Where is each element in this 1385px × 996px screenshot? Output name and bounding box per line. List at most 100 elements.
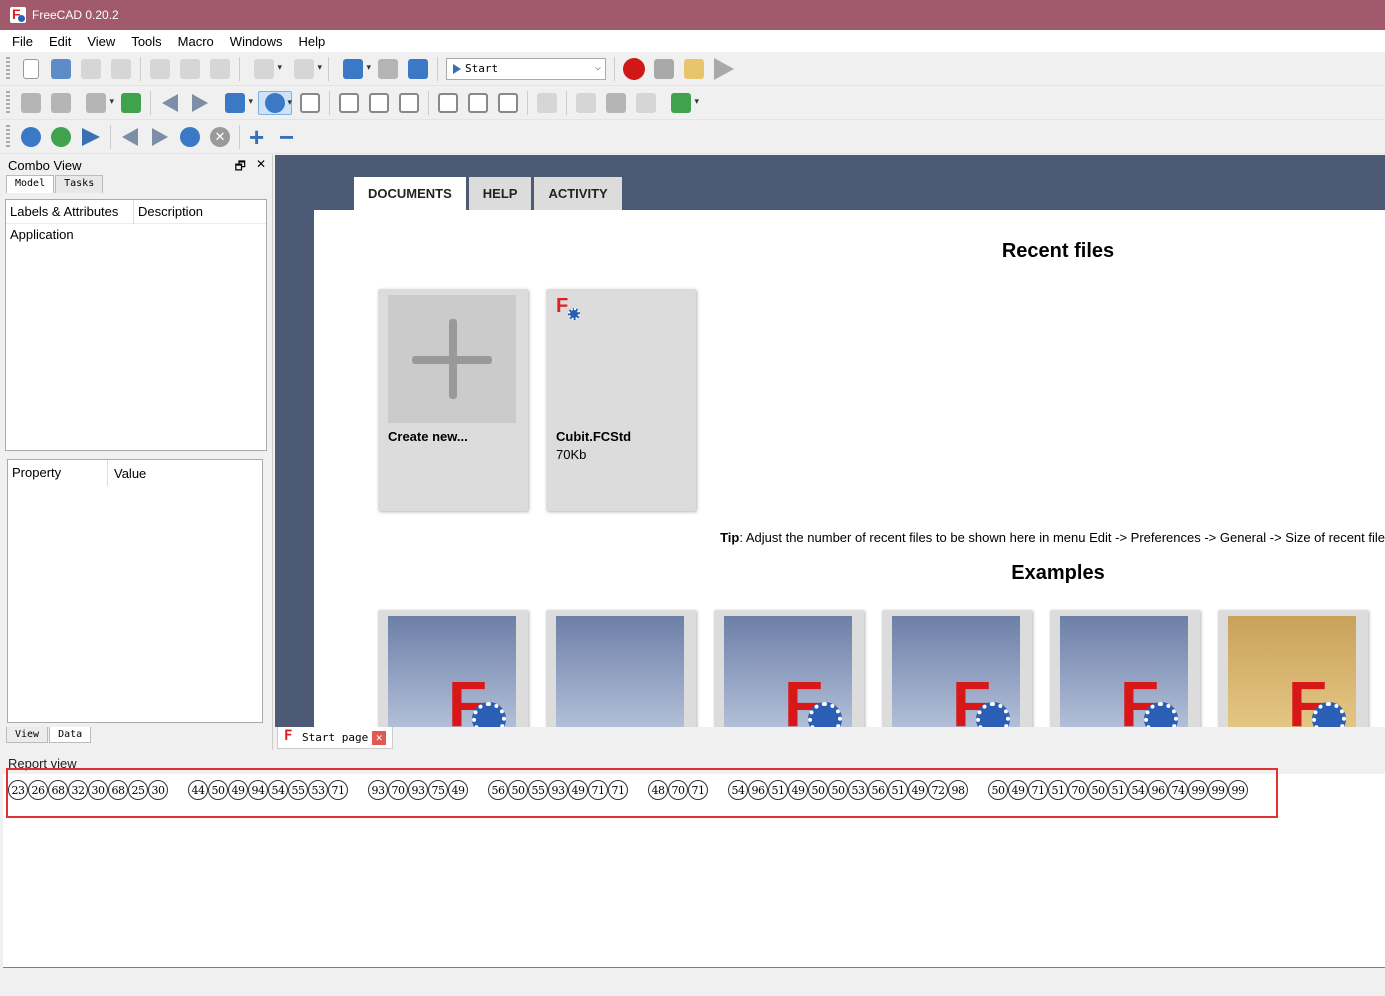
example-card[interactable]: F (1050, 610, 1200, 727)
fit-selection-button[interactable] (49, 91, 73, 115)
recompute-button[interactable] (376, 57, 400, 81)
circled-number: 30 (148, 780, 168, 800)
tab-model[interactable]: Model (6, 175, 55, 193)
save-as-button[interactable] (109, 57, 133, 81)
right-view-button[interactable] (397, 91, 421, 115)
tab-view[interactable]: View (6, 727, 49, 743)
example-card[interactable]: F (546, 610, 696, 727)
link-button[interactable] (634, 91, 658, 115)
browser-stop-button[interactable]: ✕ (208, 125, 232, 149)
open-button[interactable] (49, 57, 73, 81)
menu-bar: File Edit View Tools Macro Windows Help (0, 30, 1385, 52)
run-macro-button[interactable] (712, 57, 736, 81)
measure-button[interactable] (535, 91, 559, 115)
value-column[interactable]: Value (108, 466, 146, 481)
tree-column-description[interactable]: Description (134, 204, 203, 219)
home-globe-icon (21, 126, 41, 147)
paste-button[interactable] (208, 57, 232, 81)
recent-file-card[interactable]: F Cubit.FCStd 70Kb (546, 289, 696, 511)
web-home-button[interactable] (19, 125, 43, 149)
bounding-box-button[interactable] (119, 91, 143, 115)
front-view-icon (339, 92, 359, 113)
open-website-button[interactable] (49, 125, 73, 149)
example-card[interactable]: F (882, 610, 1032, 727)
tip-text: Tip: Adjust the number of recent files t… (720, 530, 1385, 545)
top-view-button[interactable] (367, 91, 391, 115)
close-icon[interactable]: ✕ (256, 157, 266, 178)
save-button[interactable] (79, 57, 103, 81)
tab-activity[interactable]: ACTIVITY (534, 177, 622, 210)
stop-macro-button[interactable] (652, 57, 676, 81)
tab-documents[interactable]: DOCUMENTS (354, 177, 466, 210)
refresh-check-button[interactable] (336, 57, 371, 81)
cut-button[interactable] (148, 57, 172, 81)
property-editor[interactable]: Property Value (7, 459, 263, 723)
browser-back-button[interactable] (118, 125, 142, 149)
circled-number: 93 (548, 780, 568, 800)
menu-help[interactable]: Help (291, 34, 334, 49)
menu-view[interactable]: View (79, 34, 123, 49)
tab-help[interactable]: HELP (468, 177, 532, 210)
toolbar-handle[interactable] (6, 124, 10, 149)
menu-macro[interactable]: Macro (170, 34, 222, 49)
ruler-icon (537, 92, 557, 113)
example-card[interactable]: F (1218, 610, 1368, 727)
browser-forward-button[interactable] (148, 125, 172, 149)
undock-icon[interactable]: 🗗 (235, 157, 246, 178)
menu-file[interactable]: File (4, 34, 41, 49)
tab-start-page[interactable]: Start page ✕ (277, 727, 394, 749)
toolbar-handle[interactable] (6, 56, 10, 81)
property-column[interactable]: Property (8, 460, 108, 486)
example-card[interactable]: F (714, 610, 864, 727)
undo-button[interactable] (247, 57, 282, 81)
edit-macro-button[interactable] (682, 57, 706, 81)
tree-column-labels[interactable]: Labels & Attributes (6, 199, 134, 224)
cut-icon (150, 58, 170, 79)
tab-tasks[interactable]: Tasks (55, 175, 104, 193)
browser-refresh-button[interactable] (178, 125, 202, 149)
left-view-button[interactable] (496, 91, 520, 115)
toolbar-handle[interactable] (6, 90, 10, 115)
circled-number: 51 (1108, 780, 1128, 800)
model-tree[interactable]: Labels & Attributes Description Applicat… (5, 199, 267, 451)
new-document-button[interactable] (19, 57, 43, 81)
isometric-view-button[interactable] (298, 91, 322, 115)
whats-this-button[interactable] (406, 57, 430, 81)
circled-number: 93 (368, 780, 388, 800)
record-macro-button[interactable] (622, 57, 646, 81)
forward-button[interactable] (188, 91, 212, 115)
tip-label: Tip (720, 530, 740, 545)
circled-number: 72 (928, 780, 948, 800)
bottom-view-button[interactable] (466, 91, 490, 115)
report-view[interactable]: 23 26 68 32 30 68 25 30 44 50 49 94 54 55 53 71 93 70 93 75… (3, 768, 1385, 968)
copy-button[interactable] (178, 57, 202, 81)
menu-edit[interactable]: Edit (41, 34, 79, 49)
link-actions-button[interactable] (664, 91, 699, 115)
freecad-app-icon (10, 6, 26, 23)
sync-view-button[interactable] (218, 91, 253, 115)
circled-number: 70 (668, 780, 688, 800)
create-part-button[interactable] (574, 91, 598, 115)
zoom-button[interactable] (258, 90, 292, 115)
create-group-button[interactable] (604, 91, 628, 115)
fit-all-button[interactable] (19, 91, 43, 115)
close-tab-icon[interactable]: ✕ (372, 730, 387, 745)
redo-button[interactable] (287, 57, 322, 81)
create-new-card[interactable]: Create new... (378, 289, 528, 511)
menu-tools[interactable]: Tools (123, 34, 169, 49)
tree-item-application[interactable]: Application (6, 224, 266, 246)
back-button[interactable] (158, 91, 182, 115)
zoom-out-button[interactable]: − (277, 124, 301, 150)
example-card[interactable]: F (378, 610, 528, 727)
front-view-button[interactable] (337, 91, 361, 115)
go-button[interactable] (79, 125, 103, 149)
draw-style-button[interactable] (79, 91, 114, 115)
freecad-logo-icon: F (652, 708, 673, 727)
tree-header: Labels & Attributes Description (6, 199, 266, 224)
rear-view-button[interactable] (436, 91, 460, 115)
sync-view-icon (225, 92, 245, 113)
zoom-in-button[interactable]: + (247, 124, 271, 150)
workbench-select[interactable]: Start ⌵ (446, 57, 606, 80)
tab-data[interactable]: Data (49, 727, 92, 743)
menu-windows[interactable]: Windows (222, 34, 291, 49)
